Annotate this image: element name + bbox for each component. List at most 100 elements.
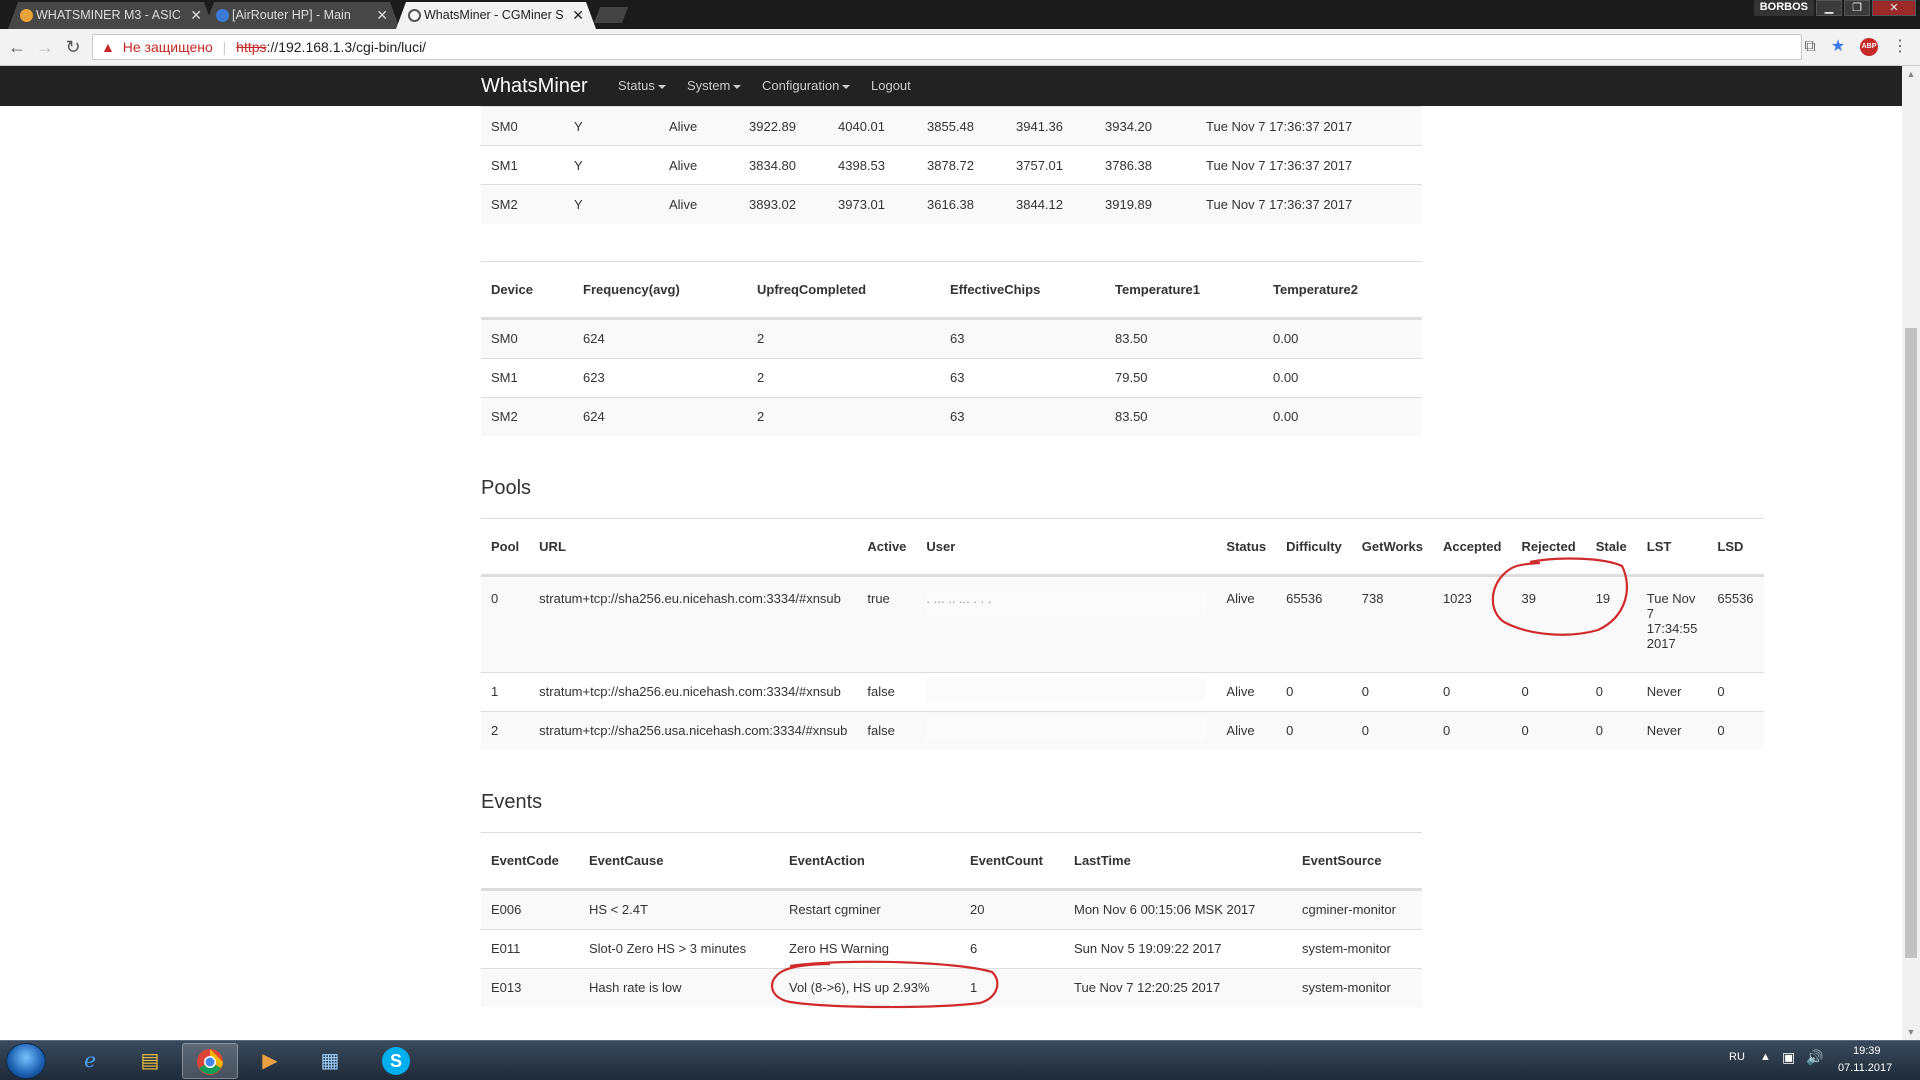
table-cell: 39 (1511, 575, 1586, 672)
table-cell: 0 (1707, 710, 1764, 750)
table-cell: Alive (659, 106, 739, 146)
brand-logo[interactable]: WhatsMiner (481, 66, 588, 106)
table-cell: Tue Nov 7 12:20:25 2017 (1064, 967, 1292, 1007)
table-cell: 4040.01 (828, 106, 917, 146)
language-indicator[interactable]: RU (1729, 1051, 1745, 1063)
table-cell: system-monitor (1292, 967, 1422, 1007)
network-tray-icon[interactable]: ▣ (1782, 1049, 1795, 1066)
minimize-icon[interactable]: ▁ (1816, 0, 1842, 16)
table-cell: SM1 (481, 145, 564, 185)
column-header-difficulty: Difficulty (1276, 518, 1352, 575)
network-app-icon[interactable]: ▦ (302, 1043, 358, 1079)
reload-icon[interactable]: ↻ (62, 36, 84, 58)
table-cell: 3919.89 (1095, 184, 1196, 224)
scroll-up-icon[interactable]: ▲ (1902, 66, 1920, 82)
new-tab-button[interactable] (594, 7, 628, 23)
table-cell: cgminer-monitor (1292, 889, 1422, 929)
table-cell: 19 (1585, 575, 1637, 672)
file-explorer-icon[interactable]: ▤ (122, 1043, 178, 1079)
skype-icon[interactable]: S (368, 1043, 424, 1079)
table-cell: Never (1636, 710, 1708, 750)
clock-time[interactable]: 19:39 (1853, 1045, 1881, 1057)
browser-menu-icon[interactable]: ⋮ (1890, 37, 1910, 57)
browser-tab-airrouter[interactable]: [AirRouter HP] - Main ✕ (204, 2, 400, 29)
profile-name[interactable]: BORBOS (1753, 0, 1814, 16)
tab-favicon-icon (20, 9, 33, 22)
adblock-icon[interactable]: ABP (1860, 38, 1878, 56)
frequency-table: Device Frequency(avg) UpfreqCompleted Effec… (481, 261, 1422, 436)
table-cell: 83.50 (1105, 318, 1263, 358)
restore-icon[interactable]: ❐ (1844, 0, 1870, 16)
table-cell: SM2 (481, 396, 573, 436)
table-cell: Tue Nov 7 17:36:37 2017 (1196, 184, 1422, 224)
table-cell: Slot-0 Zero HS > 3 minutes (579, 928, 779, 968)
scroll-down-icon[interactable]: ▼ (1902, 1024, 1920, 1040)
table-cell: 0 (1276, 671, 1352, 711)
table-cell: Tue Nov 7 17:36:37 2017 (1196, 106, 1422, 146)
column-header-eventaction: EventAction (779, 832, 960, 889)
table-cell: E013 (481, 967, 579, 1007)
table-cell: 65536 (1276, 575, 1352, 672)
translate-icon[interactable]: ⧉ (1800, 37, 1820, 57)
column-header-pool: Pool (481, 518, 530, 575)
close-tab-icon[interactable]: ✕ (376, 2, 388, 29)
clock-date[interactable]: 07.11.2017 (1838, 1062, 1892, 1074)
menu-status[interactable]: Status (618, 66, 666, 106)
table-cell: 0 (1511, 710, 1586, 750)
table-cell: 738 (1351, 575, 1433, 672)
table-cell: Y (564, 145, 659, 185)
table-cell: 0 (1585, 710, 1637, 750)
table-row: E013 Hash rate is low Vol (8->6), HS up 2.… (481, 967, 1422, 1007)
browser-tab-cgminer[interactable]: WhatsMiner - CGMiner S ✕ (396, 2, 596, 29)
table-cell: E006 (481, 889, 579, 929)
menu-status-label: Status (618, 78, 655, 93)
column-header-active: Active (857, 518, 917, 575)
chrome-icon[interactable] (182, 1043, 238, 1079)
table-cell: 0 (1585, 671, 1637, 711)
url-separator: | (222, 39, 227, 55)
table-cell: 3834.80 (739, 145, 828, 185)
table-cell: 3934.20 (1095, 106, 1196, 146)
tray-expand-icon[interactable]: ▲ (1760, 1051, 1771, 1063)
column-header-rejected: Rejected (1511, 518, 1586, 575)
forward-icon[interactable]: → (34, 36, 56, 58)
table-cell: 3757.01 (1006, 145, 1095, 185)
table-cell: 2 (481, 710, 530, 750)
url-input[interactable]: ▲ Не защищено | https://192.168.1.3/cgi-… (92, 34, 1802, 60)
table-cell: 65536 (1707, 575, 1764, 672)
redacted-user-value (926, 678, 1207, 702)
table-cell: 2 (747, 396, 940, 436)
close-tab-icon[interactable]: ✕ (572, 2, 584, 29)
window-controls: BORBOS ▁ ❐ ✕ (1753, 0, 1916, 16)
close-window-icon[interactable]: ✕ (1872, 0, 1916, 16)
table-cell: 0 (1432, 671, 1512, 711)
table-cell: Y (564, 106, 659, 146)
menu-configuration[interactable]: Configuration (762, 66, 851, 106)
table-cell: Zero HS Warning (779, 928, 960, 968)
column-header-eventcode: EventCode (481, 832, 579, 889)
scrollbar-thumb[interactable] (1905, 328, 1917, 958)
media-player-icon[interactable]: ▶ (242, 1043, 298, 1079)
menu-logout[interactable]: Logout (871, 66, 911, 106)
internet-explorer-icon[interactable]: ℯ (62, 1043, 118, 1079)
bookmark-star-icon[interactable]: ★ (1828, 37, 1848, 57)
table-cell: 63 (940, 357, 1105, 397)
volume-tray-icon[interactable]: 🔊 (1806, 1049, 1823, 1066)
table-row: SM1 Y Alive 3834.80 4398.53 3878.72 3757.01 378… (481, 145, 1422, 185)
table-cell: 0 (481, 575, 530, 672)
tab-title: WHATSMINER M3 - ASIC (36, 8, 181, 22)
table-cell: system-monitor (1292, 928, 1422, 968)
table-cell: HS < 2.4T (579, 889, 779, 929)
menu-system[interactable]: System (687, 66, 742, 106)
table-cell: 623 (573, 357, 747, 397)
table-row: E011 Slot-0 Zero HS > 3 minutes Zero HS Wa… (481, 928, 1422, 968)
close-tab-icon[interactable]: ✕ (190, 2, 202, 29)
start-button-icon[interactable] (6, 1043, 46, 1079)
table-cell: 3922.89 (739, 106, 828, 146)
table-cell: false (857, 671, 917, 711)
browser-tab-whatsminer-asic[interactable]: WHATSMINER M3 - ASIC ✕ (8, 2, 214, 29)
back-icon[interactable]: ← (6, 36, 28, 58)
events-table: EventCode EventCause EventAction EventCount… (481, 832, 1422, 1007)
redacted-user-value: . ... .. ... . . . (926, 590, 1207, 615)
table-cell: 2 (747, 357, 940, 397)
